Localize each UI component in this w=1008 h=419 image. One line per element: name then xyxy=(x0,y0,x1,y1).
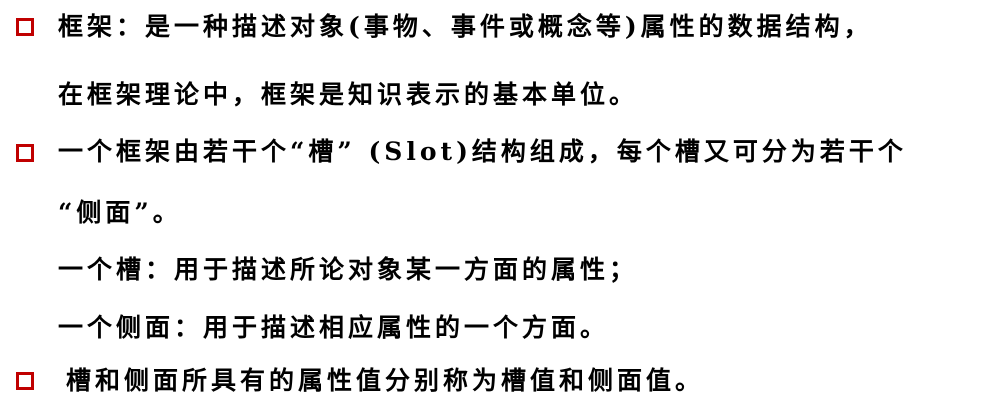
paragraph-line: 在框架理论中，框架是知识表示的基本单位。 xyxy=(58,80,639,109)
paragraph-line: 槽和侧面所具有的属性值分别称为槽值和侧面值。 xyxy=(66,366,705,395)
bullet-square-icon xyxy=(16,144,34,162)
paragraph-line: 一个框架由若干个“槽” (Slot)结构组成，每个槽又可分为若干个 xyxy=(58,137,907,166)
bullet-square-icon xyxy=(16,372,34,390)
bullet-square-icon xyxy=(16,18,34,36)
paragraph-line: 一个槽：用于描述所论对象某一方面的属性； xyxy=(58,255,639,284)
paragraph-line: 框架：是一种描述对象(事物、事件或概念等)属性的数据结构， xyxy=(58,12,873,41)
paragraph-line: 一个侧面：用于描述相应属性的一个方面。 xyxy=(58,313,610,342)
slide: { "bullet_color": "#c00000", "items": [ … xyxy=(0,0,1008,419)
paragraph-line: “侧面”。 xyxy=(58,198,182,227)
